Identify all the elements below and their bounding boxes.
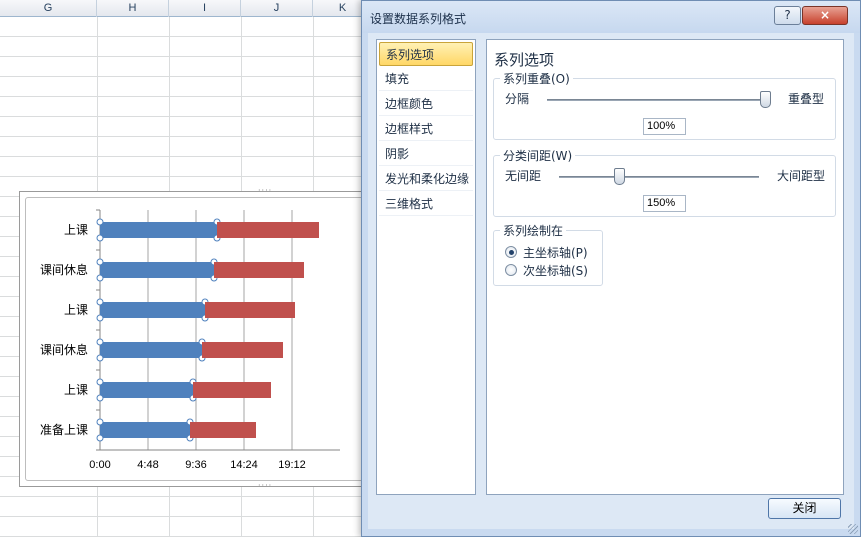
plot-series-on-label: 系列绘制在 xyxy=(500,222,567,239)
gap-slider-track[interactable] xyxy=(559,176,759,178)
selection-handle[interactable] xyxy=(96,418,104,426)
category-label: 上课 xyxy=(64,383,88,397)
selection-handle[interactable] xyxy=(96,258,104,266)
dialog-title: 设置数据系列格式 xyxy=(370,12,467,26)
series-overlap-group: 系列重叠(O) 分隔 重叠型 100% xyxy=(493,70,836,140)
gap-min-label: 无间距 xyxy=(505,169,542,183)
selection-handle[interactable] xyxy=(96,354,104,362)
category-nav: 系列选项 填充 边框颜色 边框样式 阴影 发光和柔化边缘 三维格式 xyxy=(376,39,476,495)
category-label: 准备上课 xyxy=(40,423,88,437)
column-header-h[interactable]: H xyxy=(97,0,169,17)
bar-series-2[interactable] xyxy=(190,422,256,438)
selection-handle[interactable] xyxy=(96,274,104,282)
x-tick-label: 14:24 xyxy=(230,459,258,471)
category-label: 课间休息 xyxy=(40,262,88,277)
selection-handle[interactable] xyxy=(96,218,104,226)
selection-handle[interactable] xyxy=(96,378,104,386)
bar-series-2[interactable] xyxy=(214,262,304,278)
bar-series-1[interactable] xyxy=(100,262,214,278)
bar-series-1[interactable] xyxy=(100,422,190,438)
series-options-panel: 系列选项 系列重叠(O) 分隔 重叠型 100% 分类间距(W) 无间距 大间距… xyxy=(486,39,844,495)
nav-item-3d-format[interactable]: 三维格式 xyxy=(379,192,473,216)
help-button[interactable]: ? xyxy=(774,6,801,25)
chart-area[interactable]: ···· ···· 准备上课 上课 课间休息 上课 课间休息 上课 0:00 4:48 9:36… xyxy=(19,187,380,490)
nav-item-glow-soft-edges[interactable]: 发光和柔化边缘 xyxy=(379,167,473,191)
nav-item-shadow[interactable]: 阴影 xyxy=(379,142,473,166)
bar-series-2[interactable] xyxy=(193,382,271,398)
bar-chart[interactable]: 准备上课上课课间休息上课课间休息上课0:00 4:48 9:36 14:24 19:12 xyxy=(20,192,380,488)
gap-width-label: 分类间距(W) xyxy=(500,147,576,164)
overlap-min-label: 分隔 xyxy=(505,92,530,106)
bar-series-1[interactable] xyxy=(100,342,202,358)
x-tick-label: 0:00 xyxy=(89,459,110,471)
resize-grip-icon[interactable] xyxy=(848,524,858,534)
category-label: 上课 xyxy=(64,223,88,237)
format-data-series-dialog: 设置数据系列格式 ? × 系列选项 填充 边框颜色 边框样式 阴影 发光和柔化边… xyxy=(361,0,861,537)
primary-axis-radio[interactable] xyxy=(505,246,517,258)
selection-handle[interactable] xyxy=(96,434,104,442)
plot-series-on-group: 系列绘制在 主坐标轴(P) 次坐标轴(S) xyxy=(493,222,603,286)
overlap-percent-input[interactable]: 100% xyxy=(643,118,686,135)
column-header-j[interactable]: J xyxy=(241,0,313,17)
gap-percent-input[interactable]: 150% xyxy=(643,195,686,212)
bar-series-2[interactable] xyxy=(205,302,295,318)
gap-max-label: 大间距型 xyxy=(777,169,826,183)
selection-handle[interactable] xyxy=(96,298,104,306)
column-header-g[interactable]: G xyxy=(0,0,97,17)
category-label: 上课 xyxy=(64,303,88,317)
bar-series-1[interactable] xyxy=(100,382,193,398)
category-label: 课间休息 xyxy=(40,342,88,357)
overlap-slider-track[interactable] xyxy=(547,99,771,101)
selection-handle[interactable] xyxy=(96,314,104,322)
gap-slider-thumb[interactable] xyxy=(614,168,625,185)
secondary-axis-label[interactable]: 次坐标轴(S) xyxy=(523,262,588,279)
selection-handle[interactable] xyxy=(96,338,104,346)
nav-item-border-style[interactable]: 边框样式 xyxy=(379,117,473,141)
panel-title: 系列选项 xyxy=(494,51,555,69)
selection-handle[interactable] xyxy=(96,234,104,242)
series-overlap-label: 系列重叠(O) xyxy=(500,70,573,87)
bar-series-1[interactable] xyxy=(100,222,217,238)
primary-axis-label[interactable]: 主坐标轴(P) xyxy=(523,244,588,261)
secondary-axis-radio[interactable] xyxy=(505,264,517,276)
overlap-slider-thumb[interactable] xyxy=(760,91,771,108)
close-button[interactable]: 关闭 xyxy=(768,498,841,519)
dialog-titlebar[interactable]: 设置数据系列格式 ? × xyxy=(362,1,860,33)
nav-item-fill[interactable]: 填充 xyxy=(379,67,473,91)
bar-series-1[interactable] xyxy=(100,302,205,318)
x-tick-label: 4:48 xyxy=(137,459,158,471)
x-tick-label: 9:36 xyxy=(185,459,206,471)
column-header-i[interactable]: I xyxy=(169,0,241,17)
bar-series-2[interactable] xyxy=(217,222,319,238)
close-icon[interactable]: × xyxy=(802,6,848,25)
bar-series-2[interactable] xyxy=(202,342,283,358)
selection-handle[interactable] xyxy=(96,394,104,402)
nav-item-border-color[interactable]: 边框颜色 xyxy=(379,92,473,116)
dialog-body: 系列选项 填充 边框颜色 边框样式 阴影 发光和柔化边缘 三维格式 系列选项 系… xyxy=(368,33,854,529)
x-tick-label: 19:12 xyxy=(278,459,306,471)
overlap-max-label: 重叠型 xyxy=(788,92,825,106)
gap-width-group: 分类间距(W) 无间距 大间距型 150% xyxy=(493,147,836,217)
nav-item-series-options[interactable]: 系列选项 xyxy=(379,42,473,66)
